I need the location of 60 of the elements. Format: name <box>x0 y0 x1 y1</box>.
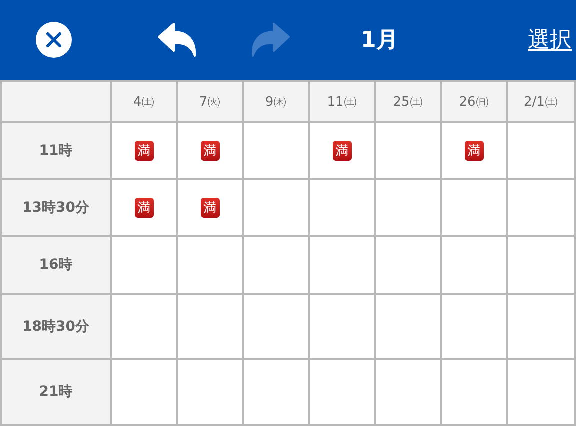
slot-cell[interactable] <box>178 360 244 426</box>
slot-cell[interactable] <box>508 180 576 237</box>
undo-button[interactable] <box>158 23 198 57</box>
close-icon <box>36 22 72 58</box>
full-badge: 満 <box>332 140 352 160</box>
date-header: 2/1㈯ <box>508 82 576 123</box>
slot-cell[interactable] <box>244 360 310 426</box>
full-badge: 満 <box>464 140 484 160</box>
full-badge: 満 <box>200 198 220 218</box>
full-badge: 満 <box>134 140 154 160</box>
time-label: 18時30分 <box>0 295 112 360</box>
slot-cell[interactable] <box>310 180 376 237</box>
slot-cell[interactable] <box>178 295 244 360</box>
slot-cell[interactable]: 満 <box>310 123 376 180</box>
slot-cell[interactable] <box>442 237 508 295</box>
full-badge: 満 <box>134 198 154 218</box>
full-badge: 満 <box>200 140 220 160</box>
slot-cell[interactable] <box>376 180 442 237</box>
slot-cell[interactable] <box>178 237 244 295</box>
time-label: 13時30分 <box>0 180 112 237</box>
slot-cell[interactable] <box>376 123 442 180</box>
date-header: 7㈫ <box>178 82 244 123</box>
slot-cell[interactable] <box>376 360 442 426</box>
slot-cell[interactable] <box>508 295 576 360</box>
slot-cell[interactable]: 満 <box>112 123 178 180</box>
time-label: 11時 <box>0 123 112 180</box>
slot-cell[interactable] <box>508 237 576 295</box>
time-label: 16時 <box>0 237 112 295</box>
redo-arrow-icon <box>250 23 290 57</box>
date-header: 9㈭ <box>244 82 310 123</box>
slot-cell[interactable] <box>112 237 178 295</box>
slot-cell[interactable] <box>244 123 310 180</box>
slot-cell[interactable] <box>508 123 576 180</box>
slot-cell[interactable] <box>376 237 442 295</box>
slot-cell[interactable] <box>244 295 310 360</box>
slot-cell[interactable]: 満 <box>178 123 244 180</box>
slot-cell[interactable] <box>508 360 576 426</box>
slot-cell[interactable] <box>442 360 508 426</box>
date-header: 25㈯ <box>376 82 442 123</box>
date-header: 26㈰ <box>442 82 508 123</box>
slot-cell[interactable] <box>442 180 508 237</box>
close-button[interactable] <box>36 22 72 58</box>
time-label: 21時 <box>0 360 112 426</box>
month-title: 1月 <box>361 27 398 55</box>
slot-cell[interactable] <box>310 295 376 360</box>
slot-cell[interactable] <box>310 360 376 426</box>
date-header: 11㈯ <box>310 82 376 123</box>
slot-cell[interactable] <box>244 180 310 237</box>
select-link[interactable]: 選択 <box>528 25 572 55</box>
slot-cell[interactable]: 満 <box>178 180 244 237</box>
slot-cell[interactable] <box>244 237 310 295</box>
slot-cell[interactable] <box>310 237 376 295</box>
slot-cell[interactable] <box>112 360 178 426</box>
slot-cell[interactable]: 満 <box>112 180 178 237</box>
slot-cell[interactable]: 満 <box>442 123 508 180</box>
slot-cell[interactable] <box>112 295 178 360</box>
date-header: 4㈯ <box>112 82 178 123</box>
slot-cell[interactable] <box>442 295 508 360</box>
undo-arrow-icon <box>158 23 198 57</box>
slot-cell[interactable] <box>376 295 442 360</box>
